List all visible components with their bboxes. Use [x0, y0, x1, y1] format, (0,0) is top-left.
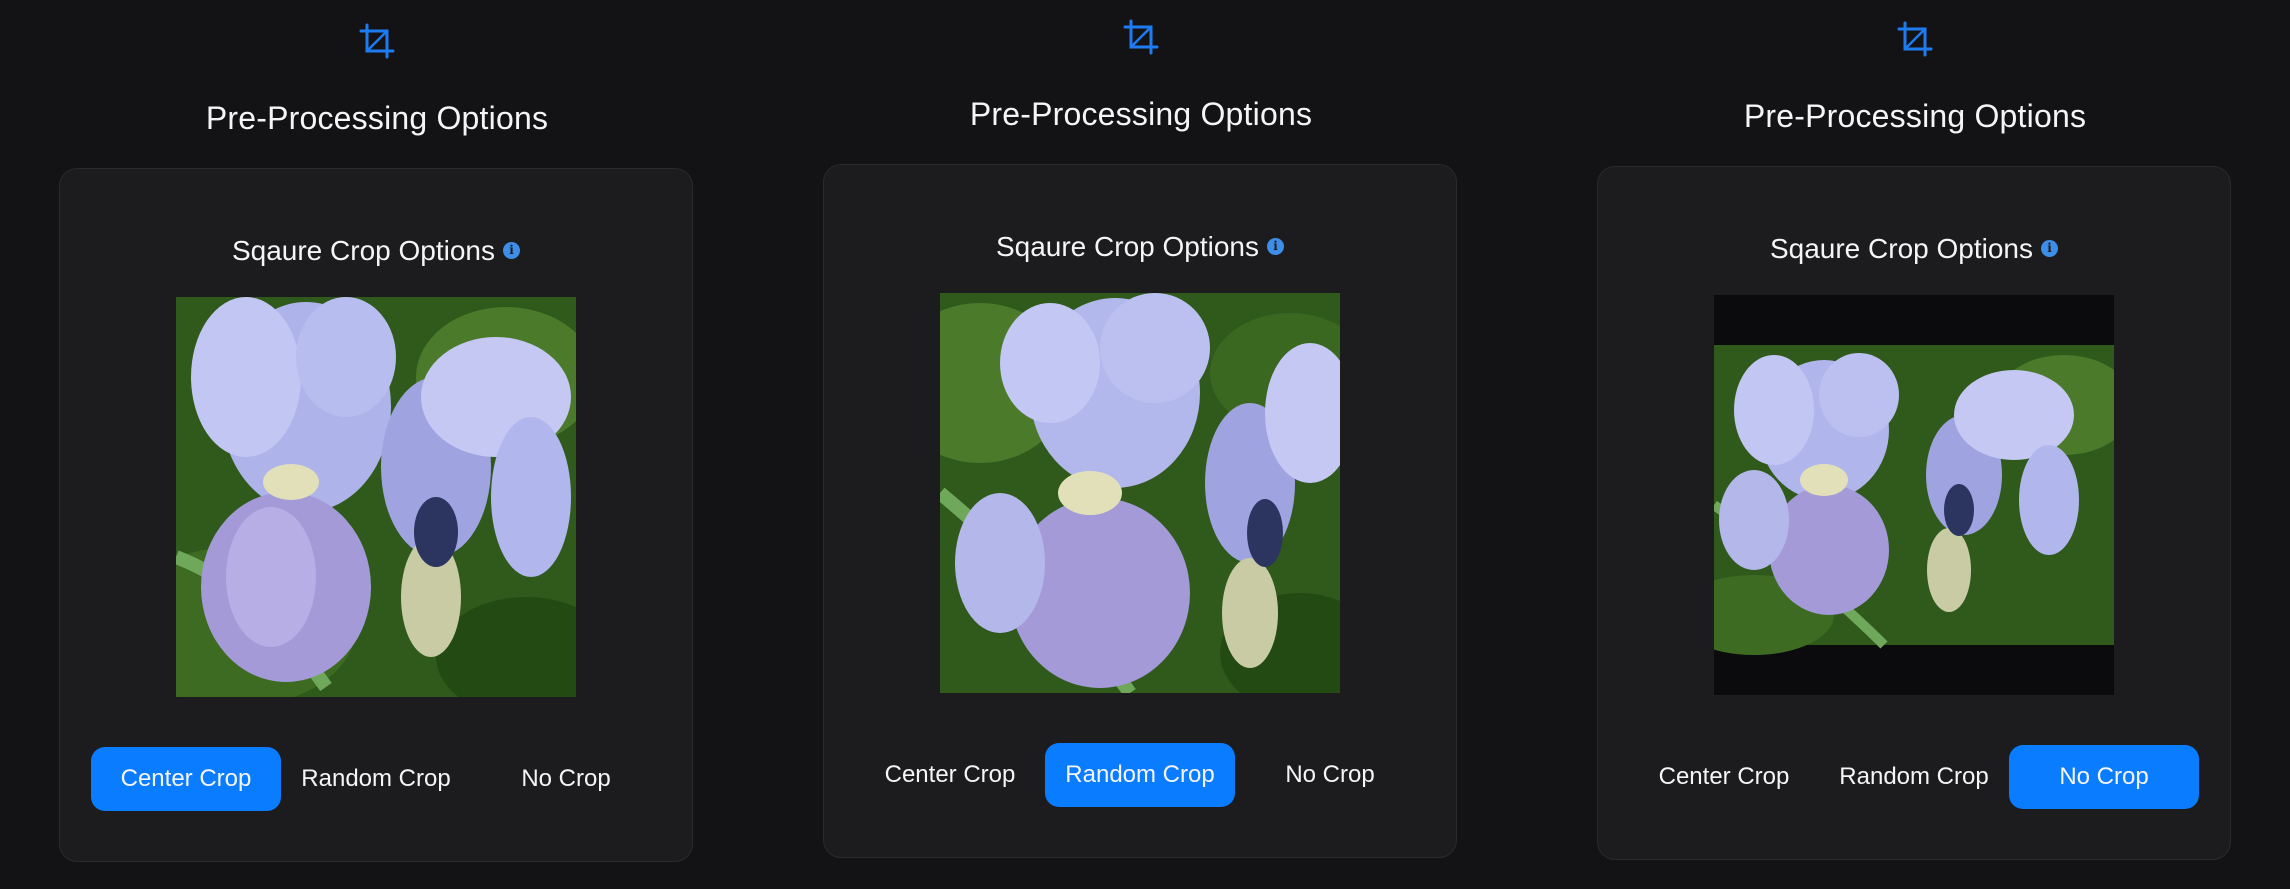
- card-title: Sqaure Crop Options i: [60, 233, 692, 269]
- section-title: Pre-Processing Options: [1743, 98, 2087, 134]
- iris-flower-image: [176, 297, 576, 697]
- card-title: Sqaure Crop Options i: [824, 229, 1456, 265]
- no-crop-button[interactable]: No Crop: [471, 747, 661, 811]
- image-preview: [176, 297, 576, 697]
- crop-icon: [1897, 21, 1933, 57]
- card-title-text: Sqaure Crop Options: [995, 231, 1260, 262]
- crop-mode-segmented-control: Center Crop Random Crop No Crop: [1629, 745, 2201, 809]
- random-crop-button[interactable]: Random Crop: [281, 747, 471, 811]
- crop-mode-segmented-control: Center Crop Random Crop No Crop: [91, 747, 663, 811]
- image-preview: [940, 293, 1340, 693]
- card-title-text: Sqaure Crop Options: [231, 235, 496, 266]
- info-icon[interactable]: i: [2041, 240, 2059, 258]
- iris-flower-image: [940, 293, 1340, 693]
- info-icon[interactable]: i: [1267, 238, 1285, 256]
- section-title: Pre-Processing Options: [969, 96, 1313, 132]
- center-crop-button[interactable]: Center Crop: [91, 747, 281, 811]
- random-crop-button[interactable]: Random Crop: [1045, 743, 1235, 807]
- iris-flower-image: [1714, 345, 2114, 655]
- crop-mode-segmented-control: Center Crop Random Crop No Crop: [855, 743, 1427, 807]
- center-crop-button[interactable]: Center Crop: [1629, 745, 1819, 809]
- crop-icon: [359, 23, 395, 59]
- no-crop-button[interactable]: No Crop: [1235, 743, 1425, 807]
- card-title-text: Sqaure Crop Options: [1769, 233, 2034, 264]
- crop-options-card: Sqaure Crop Options i Center Crop Random…: [823, 164, 1457, 858]
- no-crop-button[interactable]: No Crop: [2009, 745, 2199, 809]
- random-crop-button[interactable]: Random Crop: [1819, 745, 2009, 809]
- image-preview: [1714, 295, 2114, 695]
- section-title: Pre-Processing Options: [205, 100, 549, 136]
- crop-options-card: Sqaure Crop Options i Center Crop Random…: [59, 168, 693, 862]
- center-crop-button[interactable]: Center Crop: [855, 743, 1045, 807]
- crop-options-card: Sqaure Crop Options i Center Crop Random…: [1597, 166, 2231, 860]
- card-title: Sqaure Crop Options i: [1598, 231, 2230, 267]
- info-icon[interactable]: i: [503, 242, 521, 260]
- crop-icon: [1123, 19, 1159, 55]
